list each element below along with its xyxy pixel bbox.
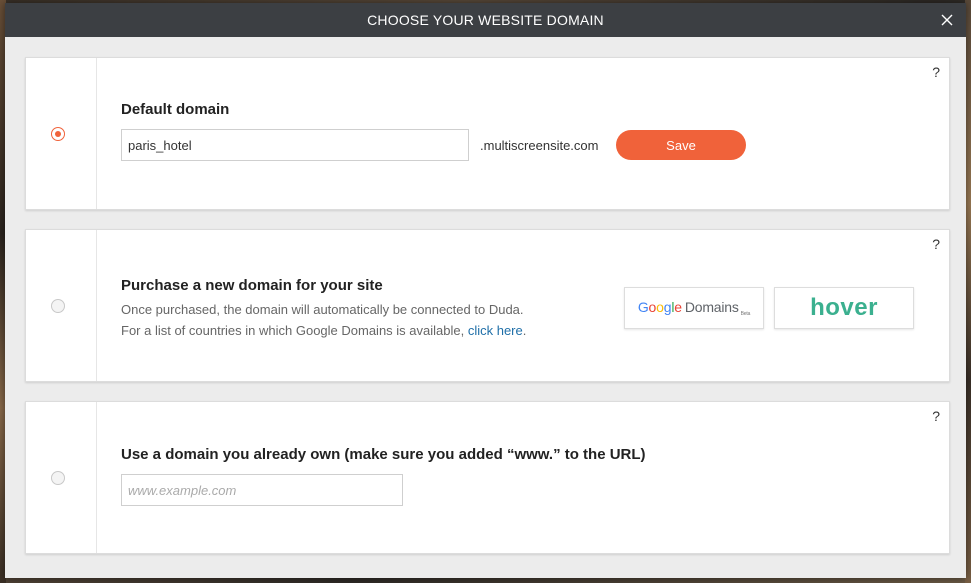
purchase-domain-radio[interactable]: [51, 299, 65, 313]
help-icon[interactable]: ?: [932, 408, 940, 424]
hover-logo: hover: [810, 294, 878, 321]
description-line-2-end: .: [522, 323, 527, 338]
default-domain-input[interactable]: [121, 129, 469, 161]
domain-suffix: .multiscreensite.com: [480, 138, 599, 153]
description-line-2: For a list of countries in which Google …: [121, 320, 526, 341]
own-domain-heading: Use a domain you already own (make sure …: [121, 446, 646, 463]
google-domains-button[interactable]: Google Domains Beta: [624, 287, 764, 329]
description-line-1: Once purchased, the domain will automati…: [121, 302, 524, 317]
radio-column: [26, 402, 97, 553]
radio-column: [26, 58, 97, 209]
close-icon: [941, 14, 953, 26]
save-button[interactable]: Save: [616, 130, 746, 160]
purchase-domain-description: Once purchased, the domain will automati…: [121, 299, 526, 341]
modal-title: CHOOSE YOUR WEBSITE DOMAIN: [367, 12, 604, 28]
click-here-link[interactable]: click here: [468, 323, 523, 338]
description-line-2-text: For a list of countries in which Google …: [121, 323, 468, 338]
own-domain-input[interactable]: [121, 474, 403, 506]
default-domain-heading: Default domain: [121, 101, 230, 118]
modal-header: CHOOSE YOUR WEBSITE DOMAIN: [5, 3, 966, 37]
hover-button[interactable]: hover: [774, 287, 914, 329]
google-domains-logo: Google Domains Beta: [637, 299, 751, 317]
default-domain-card: ? Default domain .multiscreensite.com Sa…: [25, 57, 950, 210]
domain-modal: CHOOSE YOUR WEBSITE DOMAIN ? Default dom…: [5, 3, 966, 578]
help-icon[interactable]: ?: [932, 236, 940, 252]
own-domain-radio[interactable]: [51, 471, 65, 485]
close-button[interactable]: [938, 11, 956, 29]
purchase-domain-heading: Purchase a new domain for your site: [121, 277, 383, 294]
help-icon[interactable]: ?: [932, 64, 940, 80]
radio-column: [26, 230, 97, 381]
own-domain-card: ? Use a domain you already own (make sur…: [25, 401, 950, 554]
purchase-domain-card: ? Purchase a new domain for your site On…: [25, 229, 950, 382]
default-domain-radio[interactable]: [51, 127, 65, 141]
